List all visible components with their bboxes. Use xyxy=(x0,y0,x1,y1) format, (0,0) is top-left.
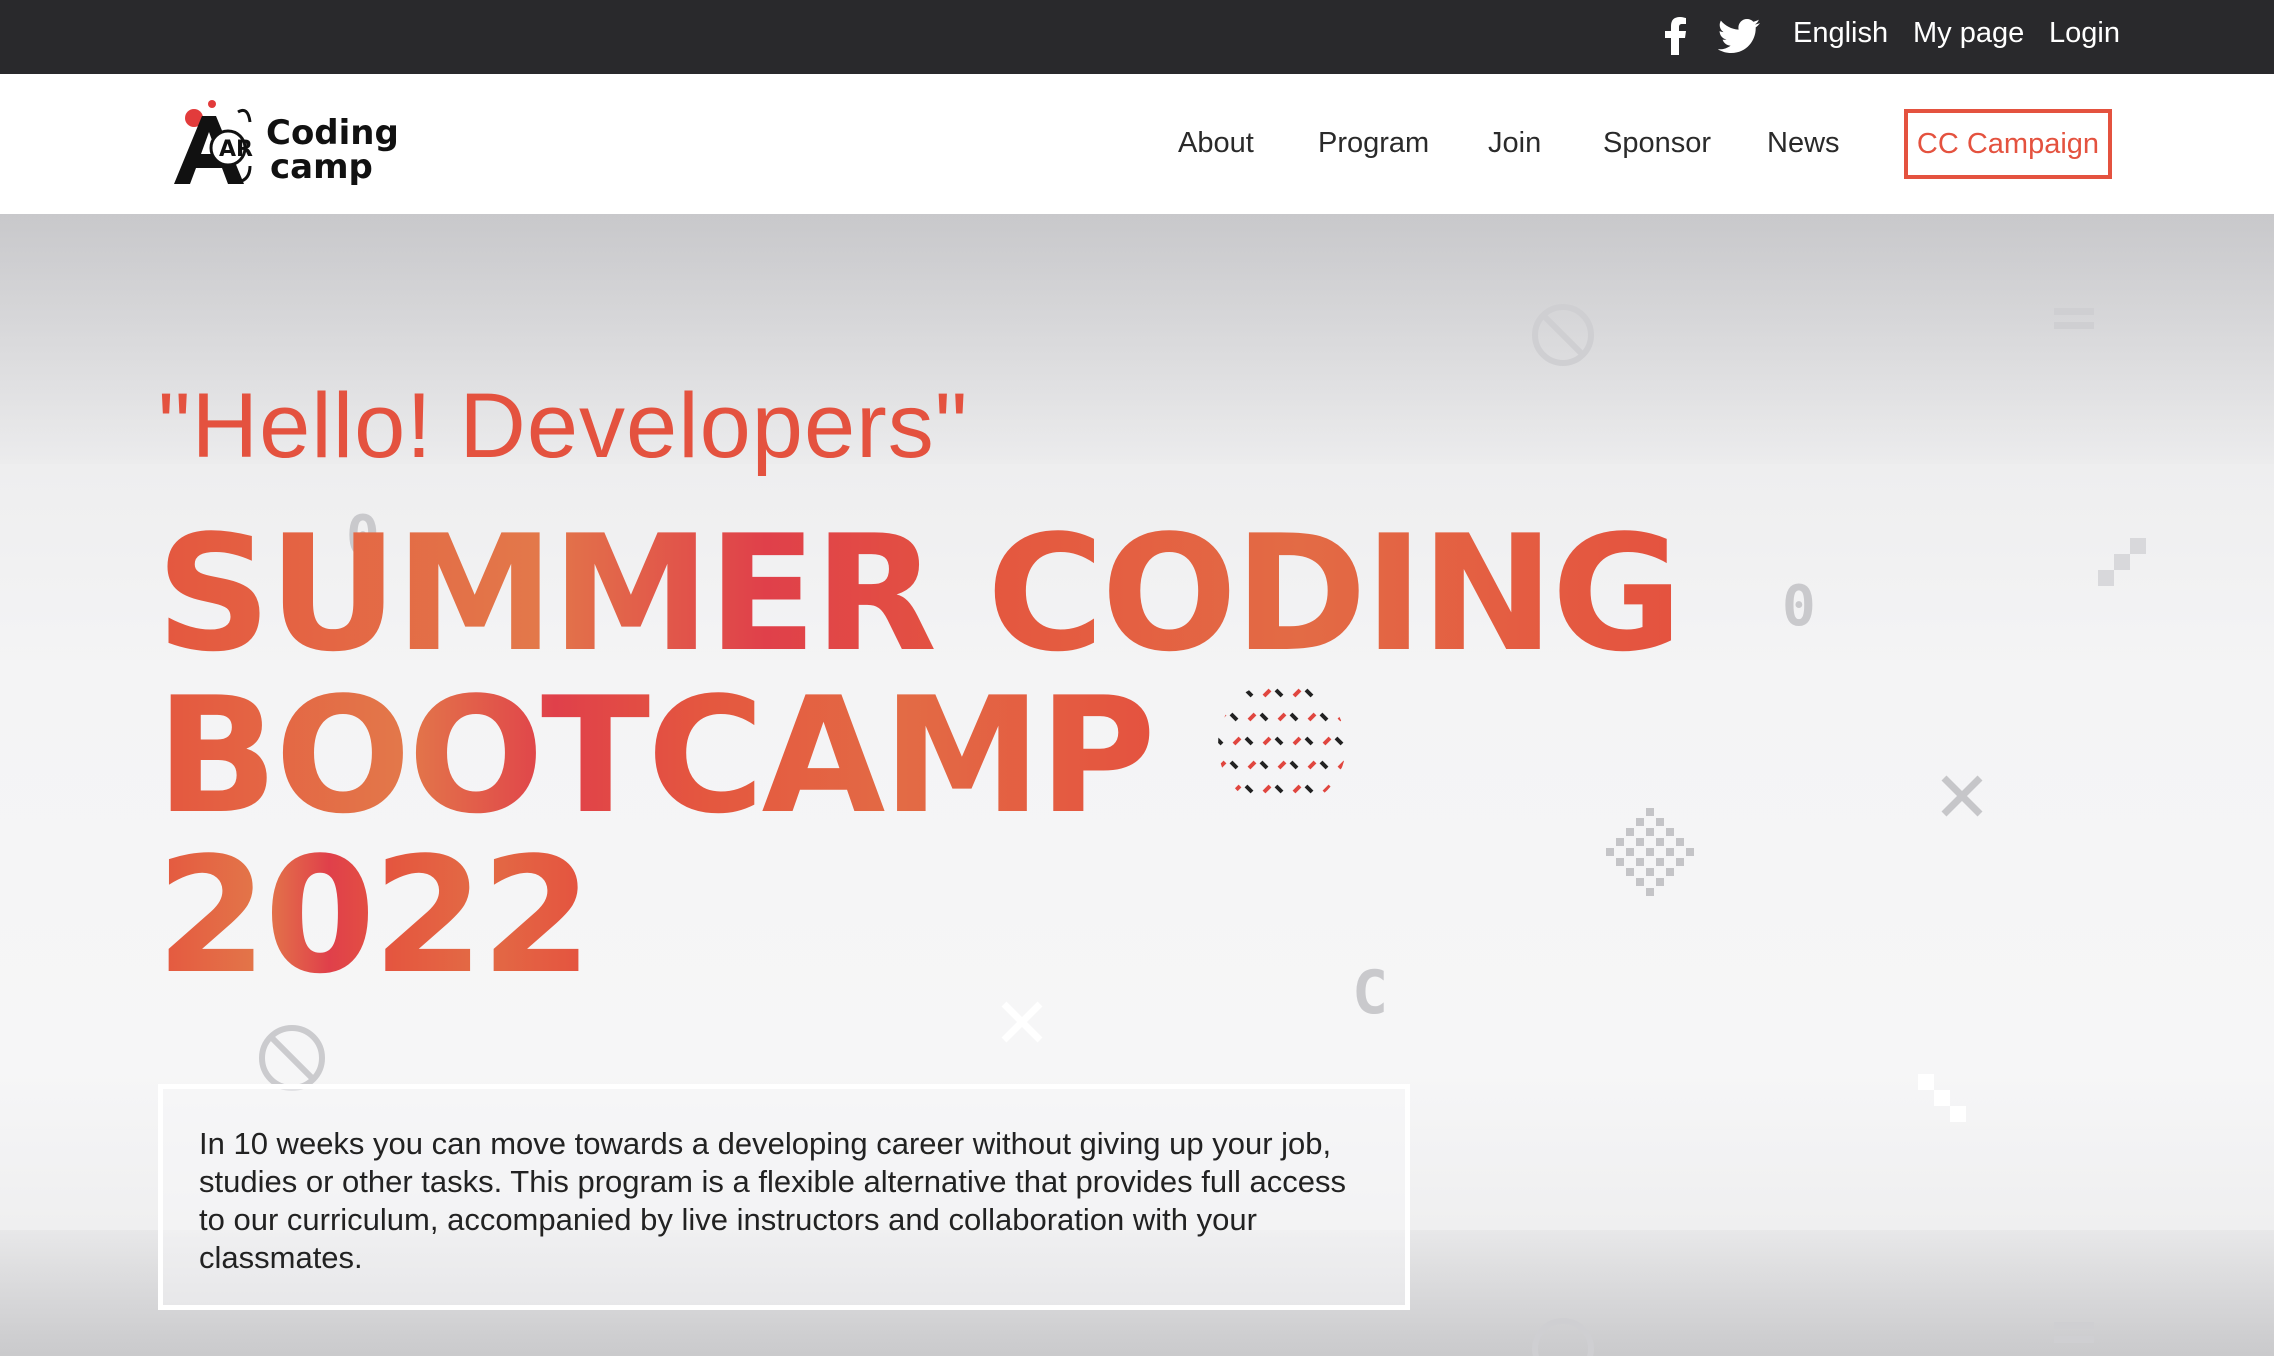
login-link[interactable]: Login xyxy=(2049,17,2120,50)
hero-headline-line1: SUMMER CODING xyxy=(156,500,1683,687)
nav-join[interactable]: Join xyxy=(1488,127,1541,160)
hero-headline-line2: BOOTCAMP xyxy=(156,662,1156,849)
deco-zero: 0 xyxy=(1782,574,1816,639)
twitter-icon[interactable] xyxy=(1718,14,1760,58)
main-navbar: AR Coding camp About Program Join Sponso… xyxy=(0,74,2274,214)
top-utility-bar: English My page Login xyxy=(0,0,2274,74)
hero-headline-line3: 2022 xyxy=(156,822,592,1009)
deco-letter-c: C xyxy=(1352,958,1389,1028)
no-dollar-icon xyxy=(1532,1318,1594,1356)
logo-mark: AR xyxy=(219,137,253,162)
close-x-icon xyxy=(1001,1001,1043,1043)
hero-section: 0 0 C "Hello! Developers" SUMM xyxy=(0,214,2274,1356)
hero-description: In 10 weeks you can move towards a devel… xyxy=(199,1126,1346,1275)
my-page-link[interactable]: My page xyxy=(1913,17,2024,50)
nav-program[interactable]: Program xyxy=(1318,127,1429,160)
equals-icon xyxy=(2054,1322,2094,1343)
dotted-circle-graphic xyxy=(1218,688,1346,794)
language-selector[interactable]: English xyxy=(1793,17,1888,50)
close-x-icon xyxy=(1941,775,1983,817)
cc-campaign-button[interactable]: CC Campaign xyxy=(1904,109,2112,179)
hero-greeting: "Hello! Developers" xyxy=(158,375,969,477)
hero-description-box: In 10 weeks you can move towards a devel… xyxy=(158,1084,1410,1310)
no-dollar-icon xyxy=(1532,304,1594,366)
pixel-stairs-icon xyxy=(1918,1074,1966,1122)
equals-icon xyxy=(2054,308,2094,329)
logo-line2: camp xyxy=(270,147,373,187)
coding-camp-logo[interactable]: AR Coding camp xyxy=(172,92,402,192)
nav-news[interactable]: News xyxy=(1767,127,1840,160)
facebook-icon[interactable] xyxy=(1665,14,1687,58)
pixel-stairs-icon xyxy=(2098,538,2146,586)
nav-sponsor[interactable]: Sponsor xyxy=(1603,127,1711,160)
nav-about[interactable]: About xyxy=(1178,127,1254,160)
diamond-grid-icon xyxy=(1606,808,1694,896)
